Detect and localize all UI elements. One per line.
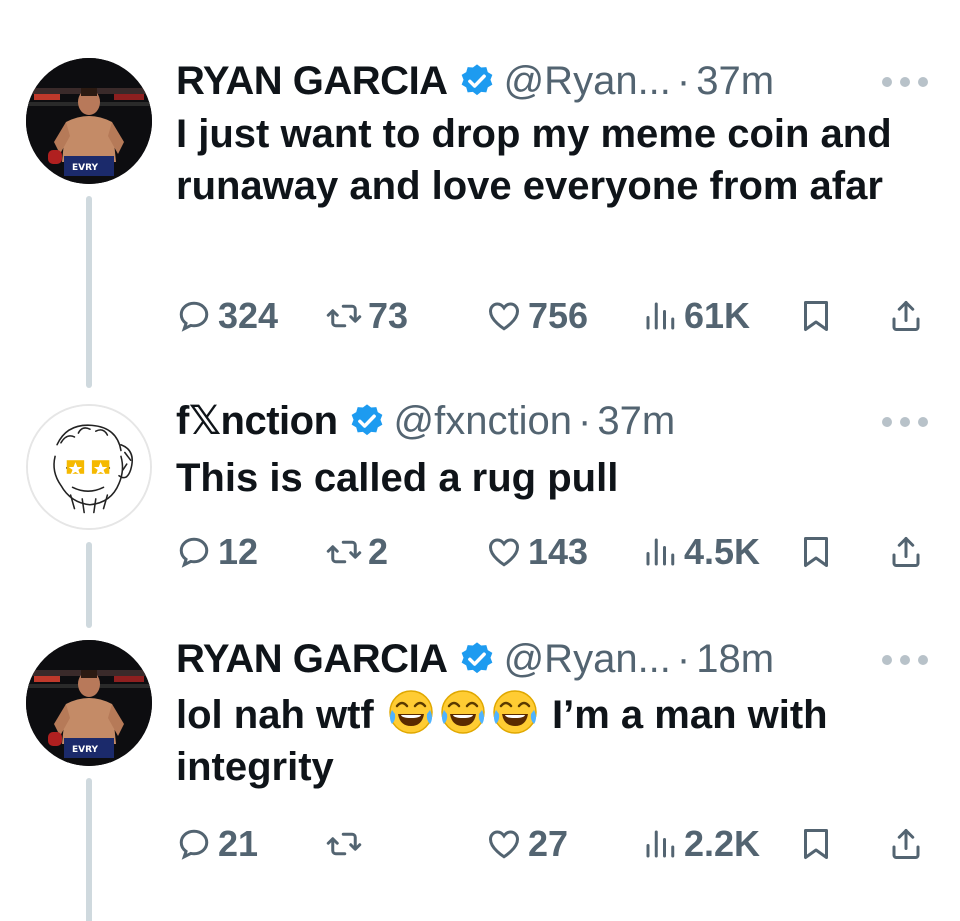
laughing-tears-emoji-icon [491, 688, 539, 736]
reply-button[interactable]: 21 [176, 822, 258, 866]
laughing-tears-emoji-icon [387, 688, 435, 736]
avatar[interactable] [26, 404, 152, 530]
thread-line [86, 196, 92, 388]
timestamp[interactable]: 18m [696, 637, 774, 682]
more-options-icon[interactable] [882, 650, 928, 670]
reply-count: 324 [218, 295, 279, 336]
tweet-text-part: lol nah wtf [176, 693, 385, 737]
boxer-photo-avatar-icon [26, 640, 152, 766]
sketch-face-avatar-icon [28, 406, 150, 528]
separator-dot: · [676, 636, 691, 681]
display-name[interactable]: f𝕏nction [176, 398, 338, 444]
share-button[interactable] [888, 822, 930, 866]
handle[interactable]: @fxnction [394, 399, 572, 444]
bookmark-button[interactable] [798, 530, 840, 574]
bookmark-icon [798, 534, 834, 570]
timestamp[interactable]: 37m [597, 399, 675, 444]
share-button[interactable] [888, 530, 930, 574]
like-icon [486, 826, 522, 862]
thread-line [86, 542, 92, 628]
like-button[interactable]: 27 [486, 822, 568, 866]
like-count: 143 [528, 531, 589, 572]
views-button[interactable]: 61K [642, 294, 750, 338]
like-icon [486, 298, 522, 334]
display-name[interactable]: RYAN GARCIA [176, 59, 448, 104]
reply-count: 21 [218, 823, 259, 864]
retweet-count: 2 [368, 531, 389, 572]
tweet-text: lol nah wtf I’m a man with integrity [176, 688, 906, 793]
like-button[interactable]: 756 [486, 294, 588, 338]
reply-count: 12 [218, 531, 259, 572]
timestamp[interactable]: 37m [696, 59, 774, 104]
tweet-header: f𝕏nction @fxnction · 37m [176, 396, 675, 446]
tweet-text: This is called a rug pull [176, 456, 619, 500]
like-count: 27 [528, 823, 569, 864]
retweet-icon [326, 534, 362, 570]
view-count: 2.2K [684, 823, 761, 864]
reply-icon [176, 534, 212, 570]
more-options-icon[interactable] [882, 72, 928, 92]
separator-dot: · [676, 58, 691, 103]
view-count: 4.5K [684, 531, 761, 572]
share-button[interactable] [888, 294, 930, 338]
share-icon [888, 298, 924, 334]
tweet-header: RYAN GARCIA @Ryan... · 18m [176, 634, 774, 684]
bookmark-icon [798, 826, 834, 862]
like-icon [486, 534, 522, 570]
views-button[interactable]: 2.2K [642, 822, 760, 866]
view-count: 61K [684, 295, 751, 336]
reply-button[interactable]: 324 [176, 294, 278, 338]
display-name[interactable]: RYAN GARCIA [176, 637, 448, 682]
thread-line [86, 778, 92, 921]
views-icon [642, 534, 678, 570]
views-icon [642, 826, 678, 862]
retweet-icon [326, 826, 362, 862]
action-bar: 12 2 143 4.5K [176, 530, 932, 574]
avatar[interactable] [26, 58, 152, 184]
handle[interactable]: @Ryan... [504, 637, 671, 682]
share-icon [888, 826, 924, 862]
retweet-icon [326, 298, 362, 334]
bookmark-icon [798, 298, 834, 334]
more-options-icon[interactable] [882, 412, 928, 432]
reply-button[interactable]: 12 [176, 530, 258, 574]
tweet-text: I just want to drop my meme coin and run… [176, 112, 892, 208]
action-bar: 21 27 2.2K [176, 822, 932, 866]
retweet-button[interactable]: 2 [326, 530, 388, 574]
laughing-tears-emoji-icon [439, 688, 487, 736]
retweet-count: 73 [368, 295, 409, 336]
reply-icon [176, 298, 212, 334]
bookmark-button[interactable] [798, 822, 840, 866]
handle[interactable]: @Ryan... [504, 59, 671, 104]
boxer-photo-avatar-icon [26, 58, 152, 184]
verified-badge-icon [458, 640, 496, 678]
like-button[interactable]: 143 [486, 530, 588, 574]
retweet-button[interactable]: 73 [326, 294, 408, 338]
action-bar: 324 73 756 61K [176, 294, 932, 338]
views-icon [642, 298, 678, 334]
reply-icon [176, 826, 212, 862]
verified-badge-icon [458, 62, 496, 100]
tweet-header: RYAN GARCIA @Ryan... · 37m [176, 56, 774, 106]
retweet-button[interactable] [326, 822, 368, 866]
bookmark-button[interactable] [798, 294, 840, 338]
avatar[interactable] [26, 640, 152, 766]
separator-dot: · [578, 398, 592, 443]
verified-badge-icon [348, 402, 386, 440]
like-count: 756 [528, 295, 589, 336]
share-icon [888, 534, 924, 570]
views-button[interactable]: 4.5K [642, 530, 760, 574]
